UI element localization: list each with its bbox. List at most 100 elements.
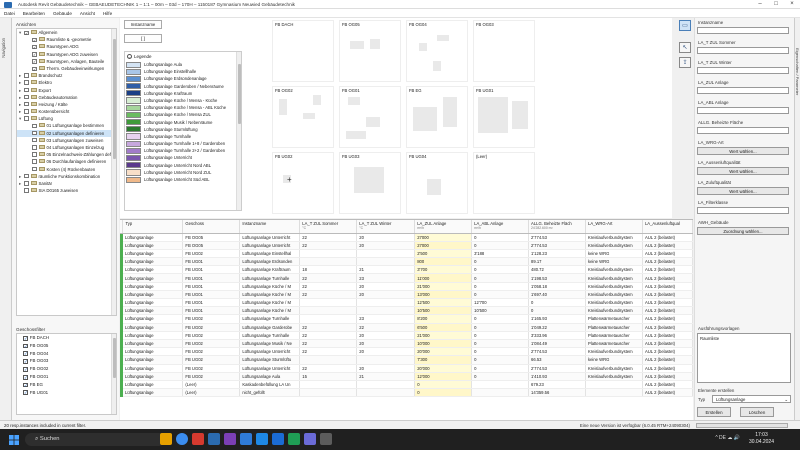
- legend-header[interactable]: – Legende: [125, 52, 241, 61]
- table-cell[interactable]: 22: [299, 273, 358, 283]
- table-cell[interactable]: [356, 249, 416, 259]
- table-cell[interactable]: [585, 388, 643, 398]
- floor-plan-tile[interactable]: FB UG01: [473, 86, 535, 148]
- table-cell[interactable]: 1'049.22: [528, 323, 586, 332]
- bracket-button[interactable]: [ ]: [124, 34, 162, 43]
- windows-start-icon[interactable]: [9, 435, 19, 445]
- tree-item[interactable]: 04 Lüftungsanlagen Einzelzug: [17, 144, 116, 151]
- table-cell[interactable]: Lüftungsanlage: [122, 265, 184, 275]
- tree-item[interactable]: ▸ Gebäudeautomation: [17, 94, 116, 101]
- table-cell[interactable]: AUL 2 (belastet): [642, 257, 693, 267]
- table-cell[interactable]: Kreislaufverbundsystem: [585, 265, 643, 275]
- properties-side-tab[interactable]: Eigenschaften / Parameter: [794, 18, 800, 420]
- table-cell[interactable]: AUL 2 (belastet): [642, 355, 693, 365]
- table-cell[interactable]: Kreislaufverbundsystem: [585, 290, 643, 300]
- property-input[interactable]: [697, 207, 789, 214]
- floor-filter-item[interactable]: ✓ FB OG03: [17, 357, 116, 365]
- tree-item[interactable]: ▾ Lüftung: [17, 115, 116, 122]
- table-cell[interactable]: Lüftungsanlage Kraftraum: [239, 265, 301, 275]
- table-cell[interactable]: 2'774.53: [528, 347, 586, 357]
- table-cell[interactable]: nicht_gefüllt: [239, 388, 301, 398]
- table-row[interactable]: Lüftungsanlage FB UG01 Lüftungsanlage Küch…: [120, 298, 693, 308]
- floor-filter-item[interactable]: ✓ FB OG04: [17, 350, 116, 358]
- table-cell[interactable]: [356, 355, 416, 365]
- tree-checkbox[interactable]: [24, 173, 29, 179]
- table-cell[interactable]: 0: [471, 233, 530, 242]
- table-row[interactable]: Lüftungsanlage FB OG05 Lüftungsanlage Unte…: [120, 233, 693, 242]
- table-cell[interactable]: 10'500: [414, 306, 473, 316]
- table-cell[interactable]: 22: [299, 233, 358, 242]
- table-cell[interactable]: [299, 388, 358, 398]
- table-cell[interactable]: 0: [471, 265, 530, 275]
- table-row[interactable]: Lüftungsanlage FB UG01 Lüftungsanlage Turn…: [120, 273, 693, 283]
- table-cell[interactable]: Lüftungsanlage Erdsonden: [239, 257, 301, 267]
- table-cell[interactable]: Lüftungsanlage: [122, 331, 184, 340]
- column-header[interactable]: Typ: [122, 220, 184, 234]
- tree-checkbox[interactable]: [24, 181, 29, 186]
- table-row[interactable]: Lüftungsanlage FB UG02 Lüftungsanlage Eins…: [120, 249, 693, 259]
- table-cell[interactable]: 22: [299, 331, 358, 340]
- table-cell[interactable]: Lüftungsanlage: [122, 273, 184, 283]
- table-cell[interactable]: (Leer): [182, 388, 241, 398]
- table-cell[interactable]: FB UG02: [182, 355, 241, 365]
- table-row[interactable]: Lüftungsanlage (Leer) Kaskadenbefüllung LA…: [120, 380, 693, 390]
- table-row[interactable]: Lüftungsanlage FB UG01 Lüftungsanlage Küch…: [120, 290, 693, 300]
- tree-checkbox[interactable]: ✓: [32, 52, 37, 57]
- table-cell[interactable]: Lüftungsanlage: [122, 380, 184, 390]
- close-icon[interactable]: ×: [784, 0, 800, 9]
- table-cell[interactable]: 1'084.49: [528, 339, 586, 349]
- table-cell[interactable]: 0: [471, 282, 530, 291]
- table-cell[interactable]: AUL 2 (belastet): [642, 339, 693, 349]
- vscode-icon[interactable]: [256, 433, 268, 445]
- table-cell[interactable]: FB UG01: [182, 265, 241, 275]
- table-cell[interactable]: AUL 2 (belastet): [642, 282, 693, 291]
- table-cell[interactable]: [356, 388, 416, 398]
- table-cell[interactable]: 20: [356, 339, 416, 349]
- table-cell[interactable]: 20: [356, 347, 416, 357]
- column-header[interactable]: ALLG. Beheizte Fläch 24'282.600 m²: [528, 220, 586, 234]
- table-cell[interactable]: 21'000: [414, 282, 473, 291]
- table-cell[interactable]: [299, 306, 358, 316]
- erstellen-button[interactable]: Erstellen: [697, 407, 731, 417]
- menu-hilfe[interactable]: Hilfe: [103, 9, 112, 17]
- floor-checkbox[interactable]: ✓: [23, 366, 28, 372]
- table-row[interactable]: Lüftungsanlage (Leer) nicht_gefüllt 0 14'359…: [120, 388, 693, 398]
- table-cell[interactable]: 2'500: [414, 249, 473, 259]
- table-cell[interactable]: Lüftungsanlage Aula: [239, 372, 301, 381]
- table-cell[interactable]: Lüftungsanlage Sturmlüftu: [239, 355, 301, 365]
- tree-checkbox[interactable]: [32, 123, 37, 129]
- table-cell[interactable]: 0: [471, 290, 530, 300]
- table-cell[interactable]: 0: [471, 273, 530, 283]
- wert-waehlen-button[interactable]: Wert wählen...: [697, 147, 789, 155]
- menu-bearbeiten[interactable]: Bearbeiten: [23, 9, 45, 17]
- tree-checkbox[interactable]: ✓: [32, 37, 37, 43]
- tree-item[interactable]: Kosten (4) Rückenbauten: [17, 166, 116, 173]
- table-cell[interactable]: AUL 2 (belastet): [642, 306, 693, 316]
- table-cell[interactable]: keine WRG: [585, 257, 643, 267]
- table-cell[interactable]: 22: [299, 323, 358, 332]
- excel-icon[interactable]: [288, 433, 300, 445]
- table-cell[interactable]: Lüftungsanlage Unterricht: [239, 233, 301, 242]
- table-cell[interactable]: AUL 2 (belastet): [642, 388, 693, 398]
- tree-checkbox[interactable]: ✓: [32, 59, 37, 64]
- tree-item[interactable]: ▸ räumliche Funktionskombination: [17, 173, 116, 180]
- tree-item[interactable]: ▸ Sanitär: [17, 180, 116, 187]
- table-cell[interactable]: Lüftungsanlage: [122, 323, 184, 332]
- table-cell[interactable]: 2'774.53: [528, 364, 586, 373]
- table-cell[interactable]: Lüftungsanlage: [122, 314, 184, 324]
- table-cell[interactable]: AUL 2 (belastet): [642, 364, 693, 373]
- table-cell[interactable]: 22: [299, 290, 358, 300]
- tree-item[interactable]: ▾ ✓ Allgemein: [17, 29, 116, 36]
- table-cell[interactable]: 10'500: [471, 306, 530, 316]
- column-header[interactable]: Instanzname: [239, 220, 301, 234]
- floor-filter-item[interactable]: ✓ FB OG01: [17, 373, 116, 381]
- table-cell[interactable]: 23: [356, 273, 416, 283]
- table-cell[interactable]: 12'000: [414, 372, 473, 381]
- tree-item[interactable]: ✓ Raumtypen ADG: [17, 43, 116, 50]
- tree-item[interactable]: SIA D0165 zuweisen: [17, 187, 116, 194]
- table-row[interactable]: Lüftungsanlage FB UG02 Lüftungsanlage Unte…: [120, 347, 693, 357]
- table-cell[interactable]: 22: [356, 323, 416, 332]
- table-cell[interactable]: 20: [356, 290, 416, 300]
- table-cell[interactable]: AUL 2 (belastet): [642, 290, 693, 300]
- table-cell[interactable]: FB UG01: [182, 282, 241, 291]
